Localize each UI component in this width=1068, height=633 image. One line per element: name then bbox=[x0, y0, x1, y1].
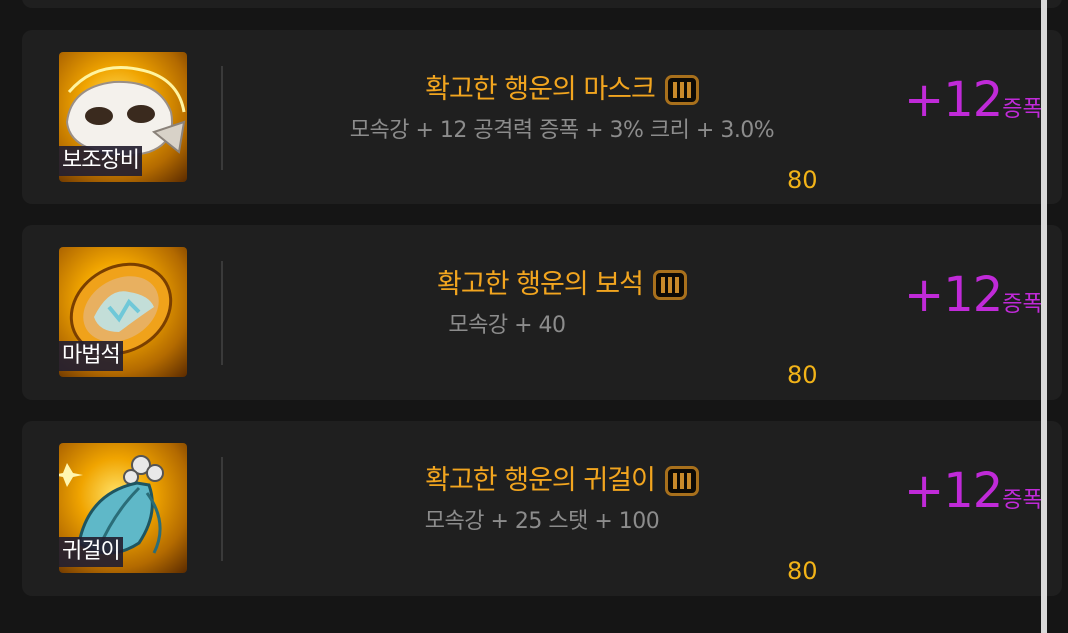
item-stats: 모속강 + 40 bbox=[448, 313, 566, 338]
equipment-list: 보조장비 확고한 행운의 마스크 모속강 + 12 공격력 증폭 + 3% 크리… bbox=[0, 0, 1068, 633]
equipment-card-partial bbox=[22, 0, 1062, 8]
item-name: 확고한 행운의 보석 bbox=[437, 267, 687, 303]
item-info: 확고한 행운의 귀걸이 모속강 + 25 스탯 + 100 bbox=[252, 463, 872, 535]
item-level: 80 bbox=[787, 557, 818, 585]
item-name-text: 확고한 행운의 귀걸이 bbox=[425, 465, 656, 496]
item-level: 80 bbox=[787, 166, 818, 194]
item-name: 확고한 행운의 귀걸이 bbox=[425, 463, 699, 499]
divider bbox=[221, 261, 223, 365]
bonus-value: +12 bbox=[904, 463, 1003, 519]
tier-badge bbox=[664, 75, 699, 105]
slot-label: 귀걸이 bbox=[59, 537, 123, 567]
item-stats: 모속강 + 12 공격력 증폭 + 3% 크리 + 3.0% bbox=[349, 118, 775, 143]
bonus-label: 증폭 bbox=[1002, 292, 1043, 317]
item-name-text: 확고한 행운의 보석 bbox=[437, 269, 644, 300]
scrollbar[interactable] bbox=[1041, 0, 1047, 633]
slot-label: 마법석 bbox=[59, 341, 123, 371]
item-name-text: 확고한 행운의 마스크 bbox=[425, 74, 656, 105]
item-stats: 모속강 + 25 스탯 + 100 bbox=[424, 509, 660, 534]
amplify-bonus: +12증폭 bbox=[904, 267, 1043, 323]
tier-badge bbox=[652, 270, 687, 300]
item-level: 80 bbox=[787, 361, 818, 389]
equipment-card[interactable]: 귀걸이 확고한 행운의 귀걸이 모속강 + 25 스탯 + 100 80 +12… bbox=[22, 421, 1062, 596]
divider bbox=[221, 457, 223, 561]
bonus-value: +12 bbox=[904, 267, 1003, 323]
bonus-label: 증폭 bbox=[1002, 488, 1043, 513]
equipment-card[interactable]: 보조장비 확고한 행운의 마스크 모속강 + 12 공격력 증폭 + 3% 크리… bbox=[22, 30, 1062, 204]
item-info: 확고한 행운의 마스크 모속강 + 12 공격력 증폭 + 3% 크리 + 3.… bbox=[252, 72, 872, 144]
slot-label: 보조장비 bbox=[59, 146, 142, 176]
item-info: 확고한 행운의 보석 모속강 + 40 bbox=[252, 267, 872, 339]
gem-icon: 마법석 bbox=[59, 247, 187, 377]
amplify-bonus: +12증폭 bbox=[904, 463, 1043, 519]
mask-icon: 보조장비 bbox=[59, 52, 187, 182]
amplify-bonus: +12증폭 bbox=[904, 72, 1043, 128]
bonus-label: 증폭 bbox=[1002, 97, 1043, 122]
equipment-card[interactable]: 마법석 확고한 행운의 보석 모속강 + 40 80 +12증폭 bbox=[22, 225, 1062, 400]
bonus-value: +12 bbox=[904, 72, 1003, 128]
item-name: 확고한 행운의 마스크 bbox=[425, 72, 699, 108]
earring-icon: 귀걸이 bbox=[59, 443, 187, 573]
tier-badge bbox=[664, 466, 699, 496]
divider bbox=[221, 66, 223, 170]
